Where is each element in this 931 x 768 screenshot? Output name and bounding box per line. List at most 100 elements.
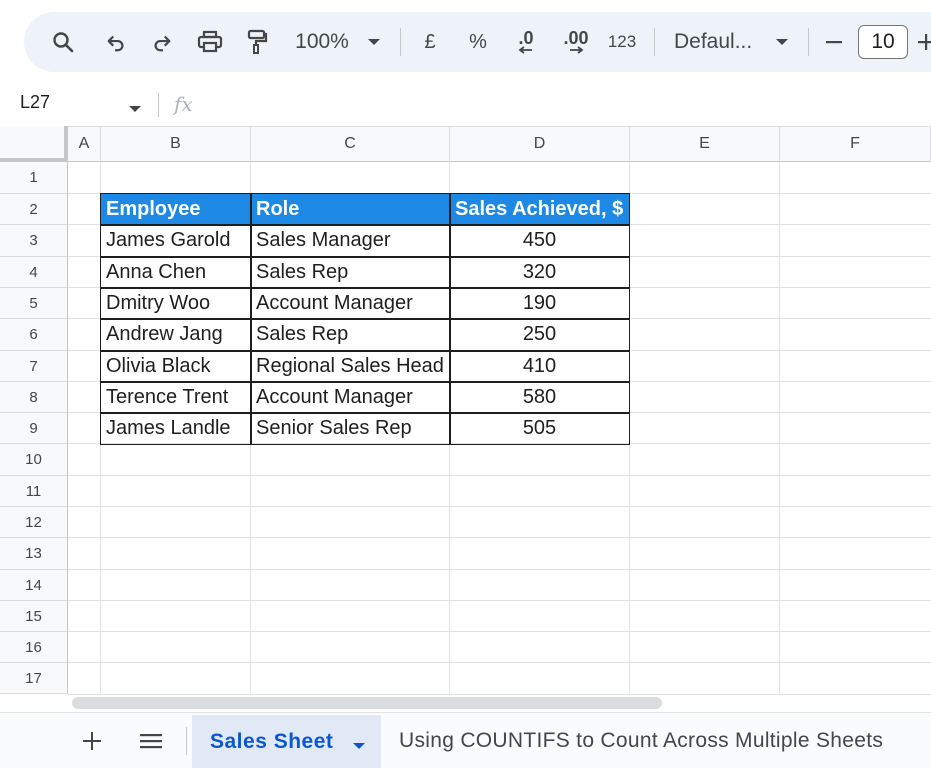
toolbar-divider bbox=[400, 28, 401, 56]
row-header[interactable]: 12 bbox=[0, 507, 68, 538]
table-border bbox=[100, 350, 630, 352]
increase-decimal-label: .00 bbox=[563, 28, 589, 48]
table-cell-employee[interactable]: James Landle bbox=[101, 413, 250, 444]
redo-icon[interactable] bbox=[148, 12, 176, 72]
row-header[interactable]: 10 bbox=[0, 444, 68, 476]
table-cell-employee[interactable]: Olivia Black bbox=[101, 351, 250, 382]
table-border bbox=[100, 287, 630, 289]
row-header[interactable]: 5 bbox=[0, 288, 68, 319]
zoom-dropdown-icon[interactable] bbox=[364, 12, 384, 72]
table-border bbox=[100, 412, 630, 414]
column-header-e[interactable]: E bbox=[630, 126, 780, 162]
row-header[interactable]: 14 bbox=[0, 570, 68, 601]
gridline bbox=[68, 631, 931, 632]
decrease-decimal-label: .0 bbox=[518, 28, 534, 48]
column-header-f[interactable]: F bbox=[780, 126, 931, 162]
column-header-c[interactable]: C bbox=[251, 126, 450, 162]
increase-font-size-icon[interactable] bbox=[916, 12, 931, 72]
gridline bbox=[68, 537, 931, 538]
sheet-tab-label: Sales Sheet bbox=[210, 730, 334, 753]
paint-format-icon[interactable] bbox=[242, 12, 272, 72]
table-cell-sales[interactable]: 320 bbox=[450, 257, 629, 288]
table-cell-role[interactable]: Account Manager bbox=[251, 288, 449, 319]
table-cell-employee[interactable]: James Garold bbox=[101, 225, 250, 256]
row-header[interactable]: 3 bbox=[0, 225, 68, 257]
table-cell-sales[interactable]: 505 bbox=[450, 413, 629, 444]
zoom-value[interactable]: 100% bbox=[292, 12, 352, 72]
decrease-decimal-button[interactable]: .0 bbox=[508, 12, 544, 72]
row-header[interactable]: 13 bbox=[0, 538, 68, 570]
table-header-employee[interactable]: Employee bbox=[101, 194, 250, 225]
table-cell-sales[interactable]: 250 bbox=[450, 319, 629, 350]
row-header[interactable]: 15 bbox=[0, 601, 68, 632]
undo-icon[interactable] bbox=[102, 12, 130, 72]
table-cell-role[interactable]: Sales Rep bbox=[251, 319, 449, 350]
spreadsheet-grid[interactable]: A B C D E F 1 2 3 4 5 6 7 8 9 10 11 12 1… bbox=[0, 126, 931, 694]
scrollbar-thumb[interactable] bbox=[72, 697, 662, 709]
toolbar-divider bbox=[654, 28, 655, 56]
table-header-sales[interactable]: Sales Achieved, $ bbox=[450, 194, 629, 225]
gridline bbox=[629, 162, 630, 694]
sheet-tab-countifs[interactable]: Using COUNTIFS to Count Across Multiple … bbox=[399, 713, 883, 768]
table-cell-employee[interactable]: Dmitry Woo bbox=[101, 288, 250, 319]
toolbar-divider bbox=[808, 28, 809, 56]
gridline bbox=[68, 662, 931, 663]
table-border bbox=[100, 224, 630, 226]
row-header[interactable]: 1 bbox=[0, 162, 68, 194]
table-cell-sales[interactable]: 580 bbox=[450, 382, 629, 413]
all-sheets-menu-icon[interactable] bbox=[138, 713, 164, 768]
row-header[interactable]: 7 bbox=[0, 351, 68, 382]
table-cell-role[interactable]: Senior Sales Rep bbox=[251, 413, 449, 444]
table-cell-employee[interactable]: Andrew Jang bbox=[101, 319, 250, 350]
table-cell-sales[interactable]: 190 bbox=[450, 288, 629, 319]
table-cell-role[interactable]: Sales Manager bbox=[251, 225, 449, 256]
table-cell-sales[interactable]: 410 bbox=[450, 351, 629, 382]
arrow-right-icon bbox=[570, 46, 584, 54]
font-size-input[interactable]: 10 bbox=[858, 25, 908, 59]
column-header-b[interactable]: B bbox=[101, 126, 251, 162]
table-cell-role[interactable]: Regional Sales Head bbox=[251, 351, 449, 382]
search-icon[interactable] bbox=[48, 12, 78, 72]
select-all-corner[interactable] bbox=[0, 126, 68, 162]
font-family-select[interactable]: Defaul... bbox=[674, 12, 758, 72]
toolbar: 100% £ % .0 .00 123 Defaul... 10 bbox=[24, 12, 931, 72]
fx-icon: fx bbox=[174, 92, 193, 116]
add-sheet-icon[interactable] bbox=[80, 713, 104, 768]
row-header[interactable]: 16 bbox=[0, 632, 68, 663]
table-border bbox=[100, 256, 630, 258]
increase-decimal-button[interactable]: .00 bbox=[556, 12, 596, 72]
row-header[interactable]: 4 bbox=[0, 257, 68, 288]
table-cell-role[interactable]: Account Manager bbox=[251, 382, 449, 413]
row-header[interactable]: 8 bbox=[0, 382, 68, 413]
table-cell-employee[interactable]: Terence Trent bbox=[101, 382, 250, 413]
table-cell-employee[interactable]: Anna Chen bbox=[101, 257, 250, 288]
column-header-a[interactable]: A bbox=[68, 126, 101, 162]
row-header[interactable]: 6 bbox=[0, 319, 68, 351]
row-header[interactable]: 11 bbox=[0, 476, 68, 507]
font-dropdown-icon[interactable] bbox=[772, 12, 792, 72]
row-header[interactable]: 2 bbox=[0, 194, 68, 225]
arrow-left-icon bbox=[518, 46, 532, 54]
gridline bbox=[68, 600, 931, 601]
sheet-tab-bar: Sales Sheet Using COUNTIFS to Count Acro… bbox=[0, 712, 931, 768]
row-header[interactable]: 17 bbox=[0, 663, 68, 694]
table-cell-sales[interactable]: 450 bbox=[450, 225, 629, 256]
formula-divider bbox=[158, 93, 159, 117]
table-border bbox=[100, 381, 630, 383]
column-header-d[interactable]: D bbox=[450, 126, 630, 162]
percent-format-button[interactable]: % bbox=[466, 12, 490, 72]
row-header[interactable]: 9 bbox=[0, 413, 68, 444]
currency-format-button[interactable]: £ bbox=[420, 12, 440, 72]
name-box-dropdown-icon[interactable] bbox=[128, 100, 142, 118]
table-cell-role[interactable]: Sales Rep bbox=[251, 257, 449, 288]
number-format-button[interactable]: 123 bbox=[604, 12, 640, 72]
table-header-role[interactable]: Role bbox=[251, 194, 449, 225]
name-box[interactable]: L27 bbox=[20, 92, 50, 113]
sheet-tab-dropdown-icon[interactable] bbox=[352, 737, 366, 755]
formula-bar: L27 fx bbox=[0, 84, 931, 126]
table-border bbox=[100, 318, 630, 320]
tab-divider bbox=[186, 727, 187, 755]
decrease-font-size-icon[interactable] bbox=[822, 12, 846, 72]
print-icon[interactable] bbox=[194, 12, 226, 72]
gridline bbox=[68, 569, 931, 570]
